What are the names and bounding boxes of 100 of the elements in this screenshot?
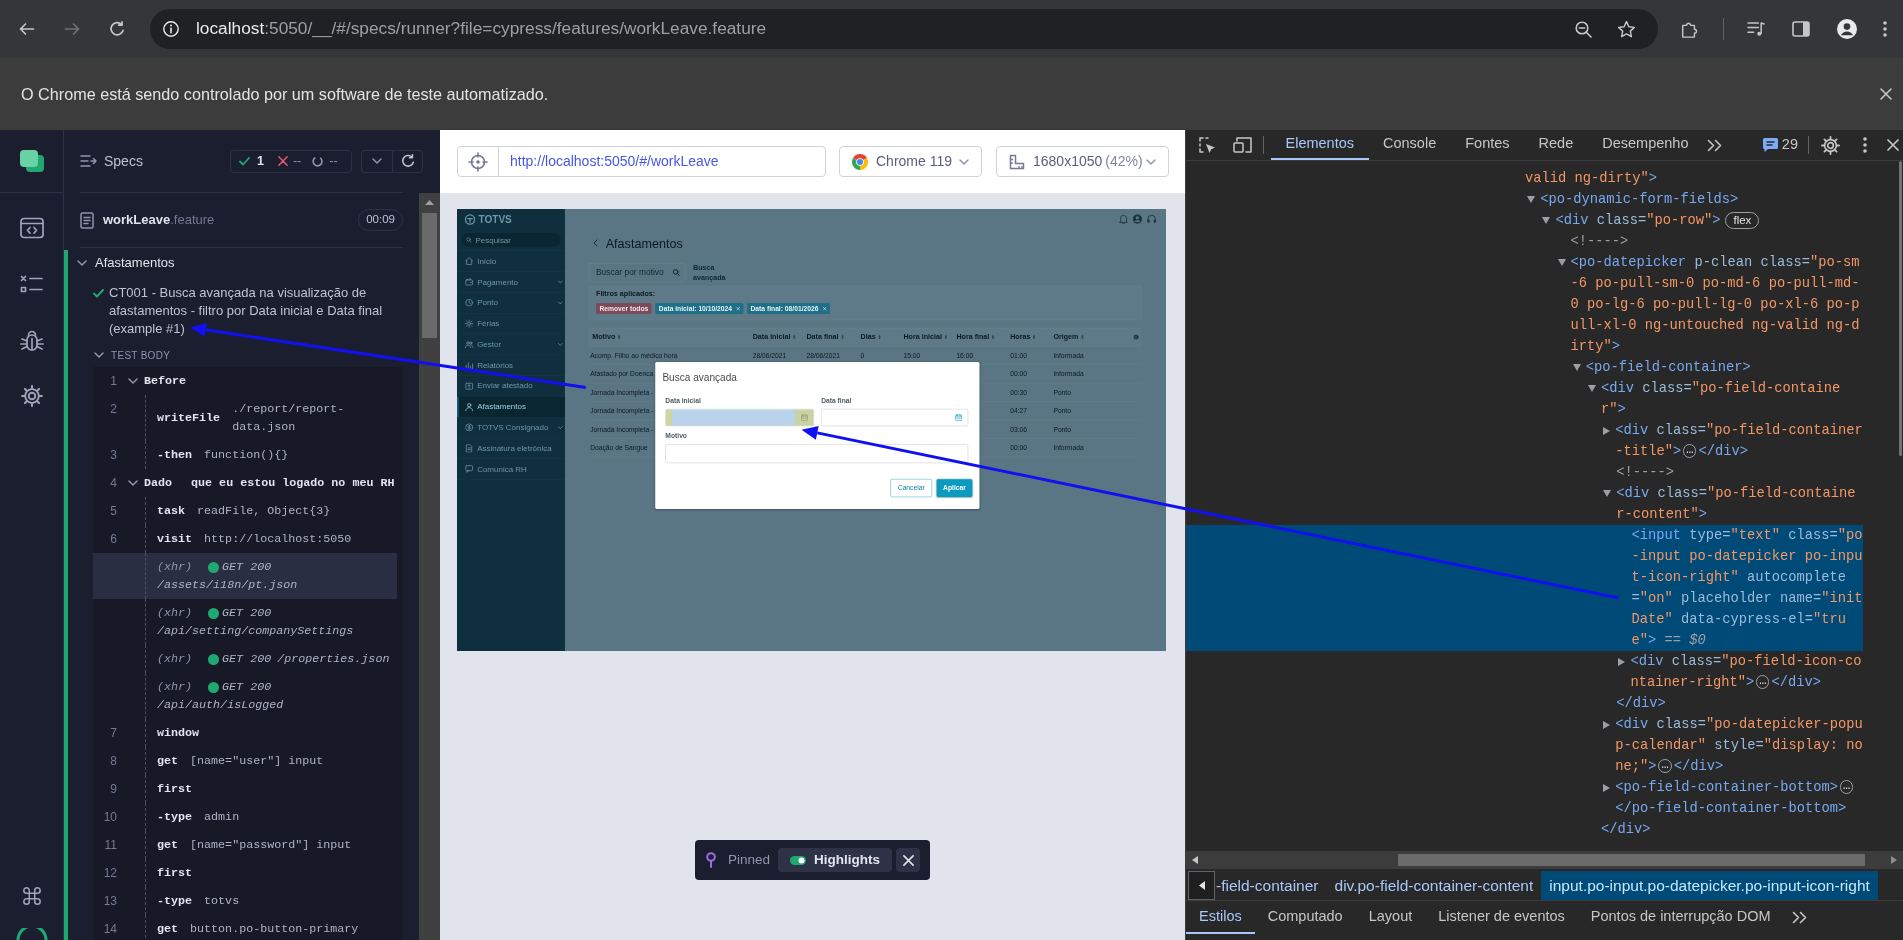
address-bar[interactable]: localhost:5050/__/#/specs/runner?file=cypress/features/workLeave.feature <box>150 9 1658 49</box>
selected-node-row[interactable]: <input type="text" class="po-input po-datepicker po-input-icon-right" autocomplete="on" placeholder name="initDate" data-cypress-el="true"> == $0 <box>1186 524 1863 651</box>
request-status[interactable]: GET 200 <box>222 604 272 622</box>
chevron-down-icon[interactable] <box>128 378 138 384</box>
browser-dropdown[interactable]: Chrome 119 <box>839 146 982 177</box>
dom-node[interactable]: <input type="text" class="po-input po-datepicker po-input-icon-right" autocomplete="on" placeholder name="initDate" data-cypress-el="true"> == $0 <box>1631 524 1863 651</box>
panel-tab[interactable]: Pontos de interrupção DOM <box>1577 901 1784 934</box>
command-message[interactable]: http://localhost:5050 <box>204 530 352 548</box>
zoom-out-icon[interactable] <box>1575 20 1592 38</box>
chevron-down-icon[interactable] <box>77 260 87 266</box>
panel-tab[interactable]: Listener de eventos <box>1425 901 1578 934</box>
test-title[interactable]: CT001 - Busca avançada na visualização de afastamentos - filtro por Data inicial e Data final (example #1) <box>109 284 403 338</box>
command-key-icon[interactable] <box>21 886 42 906</box>
date-field[interactable] <box>820 408 968 427</box>
puzzle-icon[interactable] <box>1680 20 1698 38</box>
avatar-icon[interactable] <box>1837 19 1857 39</box>
command-name[interactable]: first <box>157 864 193 882</box>
breadcrumb[interactable]: input.po-input.po-datepicker.po-input-icon-right <box>1541 871 1878 900</box>
collapsed-triangle-icon[interactable] <box>1603 720 1611 729</box>
scroll-right-icon[interactable] <box>1891 856 1897 864</box>
settings-icon[interactable] <box>19 385 44 407</box>
expanded-triangle-icon[interactable] <box>1603 489 1612 497</box>
back-arrow-icon[interactable] <box>19 21 35 37</box>
scrollbar-thumb[interactable] <box>1899 161 1902 456</box>
command-name[interactable]: -then <box>157 446 193 464</box>
app-url[interactable]: http://localhost:5050/#/workLeave <box>499 151 719 172</box>
scroll-left-icon[interactable] <box>1192 856 1198 864</box>
sort-icon[interactable] <box>877 335 881 340</box>
command-message[interactable]: que eu estou logado no meu RH <box>191 474 395 492</box>
command-name[interactable]: first <box>157 780 193 798</box>
sort-icon[interactable] <box>840 335 844 340</box>
panel-tab[interactable]: Computado <box>1254 901 1356 934</box>
panel-tab[interactable]: Console <box>1368 130 1451 160</box>
request-path[interactable]: /api/auth/isLogged <box>157 696 284 714</box>
viewport-dropdown[interactable]: 1680x1050 (42%) <box>996 146 1169 177</box>
dom-node[interactable]: <div class="po-row"> <box>1555 209 1721 231</box>
menu-icon[interactable] <box>1883 21 1887 37</box>
panel-tab[interactable]: Elementos <box>1271 130 1369 160</box>
request-status[interactable]: GET 200 <box>222 558 272 576</box>
scroll-up-icon[interactable] <box>425 200 434 205</box>
command-message[interactable]: button.po-button-primary <box>190 920 359 938</box>
collapsed-triangle-icon[interactable] <box>1603 426 1611 435</box>
code-window-icon[interactable] <box>19 217 44 239</box>
panel-tab[interactable]: Layout <box>1355 901 1426 934</box>
dom-node[interactable]: <!----> <box>1570 230 1629 252</box>
expanded-triangle-icon[interactable] <box>1527 195 1536 203</box>
dom-node[interactable]: <div class="po-field-container-content"> <box>1616 482 1863 525</box>
inspect-icon[interactable] <box>1198 136 1216 154</box>
expanded-triangle-icon[interactable] <box>1588 384 1596 392</box>
dom-node[interactable]: <po-datepicker p-clean class="po-sm-6 po-pull-sm-0 po-md-6 po-pull-md-0 po-lg-6 po-pull-lg-0 po-xl-6 po-pull-xl-0 ng-untouched ng-valid ng-dirty"> <box>1570 251 1863 357</box>
dom-node[interactable]: valid ng-dirty"> <box>1525 167 1658 189</box>
command-name[interactable]: window <box>157 724 200 742</box>
command-message[interactable]: readFile, Object{3} <box>197 502 331 520</box>
breadcrumb[interactable]: div.po-field-container-content <box>1326 871 1542 900</box>
panel-tab[interactable]: Rede <box>1524 130 1588 160</box>
request-path[interactable]: /assets/i18n/pt.json <box>157 576 298 594</box>
bug-icon[interactable] <box>19 329 44 351</box>
request-path[interactable]: /api/setting/companySettings <box>157 622 354 640</box>
command-message[interactable]: admin <box>204 808 240 826</box>
dom-node[interactable]: <div class="po-field-icon-container-right"> … </div> <box>1630 650 1863 693</box>
date-field[interactable] <box>664 408 814 427</box>
panel-tab[interactable]: Desempenho <box>1587 130 1703 160</box>
info-icon[interactable] <box>163 21 179 37</box>
close-icon[interactable] <box>1887 139 1899 151</box>
panel-tab[interactable]: Estilos <box>1186 901 1255 934</box>
double-chevron-icon[interactable] <box>1707 138 1723 152</box>
dom-node[interactable]: </div> <box>1601 818 1651 840</box>
menu-icon[interactable] <box>1863 137 1867 153</box>
command-name[interactable]: task <box>157 502 186 520</box>
dom-node[interactable]: <div class="po-field-container-title"> … </div> <box>1615 419 1863 462</box>
command-row[interactable]: (xhr) GET 200 /assets/i18n/pt.json <box>93 553 397 599</box>
toggle-switch[interactable] <box>790 855 807 865</box>
dom-node[interactable]: <po-field-container> <box>1585 356 1751 378</box>
request-path[interactable]: /properties.json <box>277 650 390 668</box>
close-button[interactable] <box>896 848 921 872</box>
panel-tab[interactable]: Fontes <box>1450 130 1525 160</box>
scrollbar-thumb[interactable] <box>422 213 437 338</box>
checklist-icon[interactable] <box>19 273 44 295</box>
command-name[interactable]: -type <box>157 808 193 826</box>
request-status[interactable]: GET 200 <box>222 650 272 668</box>
expanded-triangle-icon[interactable] <box>1557 258 1566 266</box>
suite-title[interactable]: Afastamentos <box>95 253 175 273</box>
dom-node[interactable]: <!----> <box>1616 461 1674 483</box>
command-name[interactable]: get <box>157 920 179 938</box>
command-message[interactable]: [name="user"] input <box>190 752 324 770</box>
command-name[interactable]: Dado <box>144 474 173 492</box>
command-name[interactable]: visit <box>157 530 193 548</box>
device-icon[interactable] <box>1232 137 1252 153</box>
reload-button[interactable] <box>392 149 423 173</box>
dom-node[interactable]: <po-dynamic-form-fields> <box>1540 188 1739 210</box>
dom-node[interactable]: <po-field-container-bottom> … </po-field-container-bottom> <box>1615 776 1863 819</box>
breadcrumb[interactable]: -field-container <box>1215 871 1327 900</box>
spec-file-name[interactable]: workLeave.feature <box>103 210 215 230</box>
highlights-button[interactable]: Highlights <box>778 848 893 872</box>
command-message[interactable]: function(){} <box>204 446 289 464</box>
request-status[interactable]: GET 200 <box>222 678 272 696</box>
command-name[interactable]: writeFile <box>157 409 221 427</box>
star-icon[interactable] <box>1618 20 1635 38</box>
issues-button[interactable]: 29 <box>1762 130 1798 160</box>
command-name[interactable]: get <box>157 752 179 770</box>
